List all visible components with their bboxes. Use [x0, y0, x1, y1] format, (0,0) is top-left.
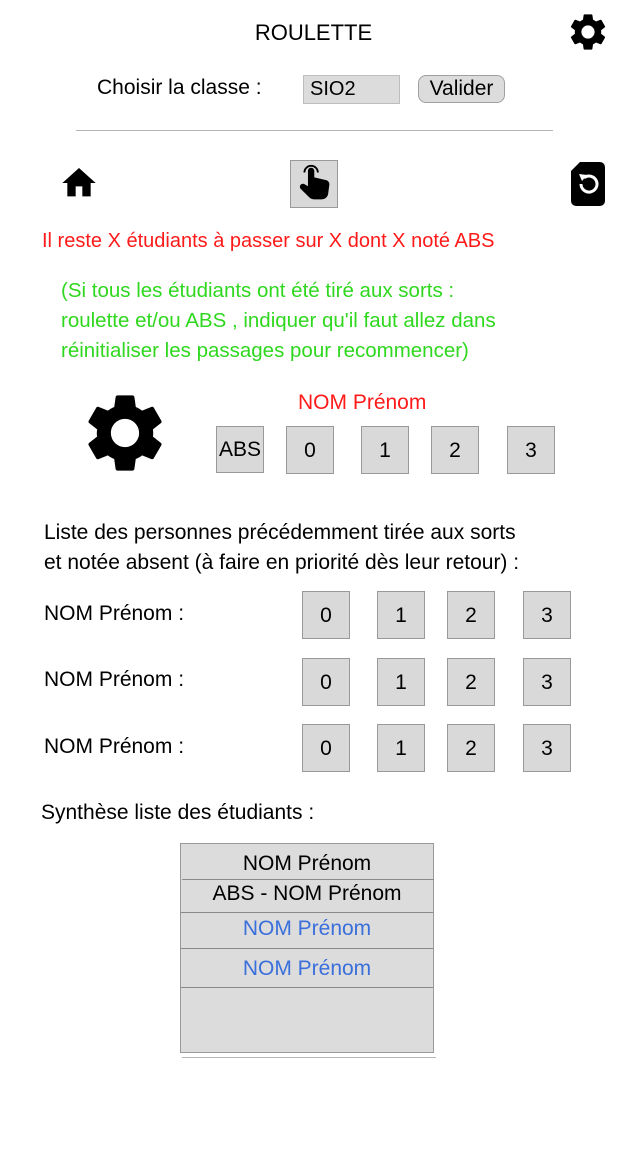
absent-student-name: NOM Prénom : — [44, 668, 185, 691]
info-message-line: réinitialiser les passages pour recommen… — [61, 339, 469, 362]
header-divider — [76, 130, 553, 131]
roulette-gear-icon[interactable] — [78, 386, 172, 480]
list-item[interactable]: ABS - NOM Prénom — [181, 882, 433, 906]
absent-score-1-button[interactable]: 1 — [377, 724, 425, 772]
absent-list-title: Liste des personnes précédemment tirée a… — [44, 518, 614, 578]
synthesis-title: Synthèse liste des étudiants : — [41, 801, 315, 824]
score-2-button[interactable]: 2 — [431, 426, 479, 474]
remaining-students-message: Il reste X étudiants à passer sur X dont… — [42, 230, 495, 252]
list-divider — [181, 987, 433, 988]
info-message-line: (Si tous les étudiants ont été tiré aux … — [61, 279, 455, 302]
absent-score-1-button[interactable]: 1 — [377, 658, 425, 706]
class-select-label: Choisir la classe : — [97, 76, 262, 99]
absent-score-1-button[interactable]: 1 — [377, 591, 425, 639]
info-message-line: roulette et/ou ABS , indiquer qu'il faut… — [61, 309, 496, 332]
absent-score-0-button[interactable]: 0 — [302, 724, 350, 772]
student-synthesis-list[interactable]: NOM Prénom ABS - NOM Prénom NOM Prénom N… — [180, 843, 434, 1053]
pointer-hand-icon — [299, 164, 330, 200]
list-divider — [181, 948, 433, 949]
absent-list-title-line: et notée absent (à faire en priorité dès… — [44, 551, 520, 574]
absent-list-title-line: Liste des personnes précédemment tirée a… — [44, 521, 516, 544]
absent-student-name: NOM Prénom : — [44, 602, 185, 625]
synthesis-divider — [182, 1057, 436, 1058]
validate-button[interactable]: Valider — [418, 75, 505, 103]
current-student-name: NOM Prénom — [298, 391, 427, 414]
list-divider — [182, 879, 434, 880]
absent-score-0-button[interactable]: 0 — [302, 658, 350, 706]
absent-score-2-button[interactable]: 2 — [447, 591, 495, 639]
class-input[interactable] — [303, 75, 400, 104]
absent-score-3-button[interactable]: 3 — [523, 724, 571, 772]
list-item[interactable]: NOM Prénom — [181, 917, 433, 941]
score-0-button[interactable]: 0 — [286, 426, 334, 474]
score-1-button[interactable]: 1 — [361, 426, 409, 474]
file-reset-icon[interactable] — [570, 162, 606, 206]
spin-roulette-button[interactable] — [290, 160, 338, 208]
list-divider — [181, 912, 433, 913]
absent-score-2-button[interactable]: 2 — [447, 724, 495, 772]
info-message: (Si tous les étudiants ont été tiré aux … — [61, 276, 601, 366]
page-title: ROULETTE — [254, 20, 373, 45]
list-item[interactable]: NOM Prénom — [181, 852, 433, 876]
absent-score-0-button[interactable]: 0 — [302, 591, 350, 639]
absent-student-name: NOM Prénom : — [44, 735, 185, 758]
abs-button[interactable]: ABS — [216, 426, 264, 473]
settings-gear-icon[interactable] — [566, 10, 610, 54]
score-3-button[interactable]: 3 — [507, 426, 555, 474]
list-item[interactable]: NOM Prénom — [181, 957, 433, 981]
absent-score-2-button[interactable]: 2 — [447, 658, 495, 706]
absent-score-3-button[interactable]: 3 — [523, 591, 571, 639]
home-icon[interactable] — [58, 163, 100, 203]
absent-score-3-button[interactable]: 3 — [523, 658, 571, 706]
